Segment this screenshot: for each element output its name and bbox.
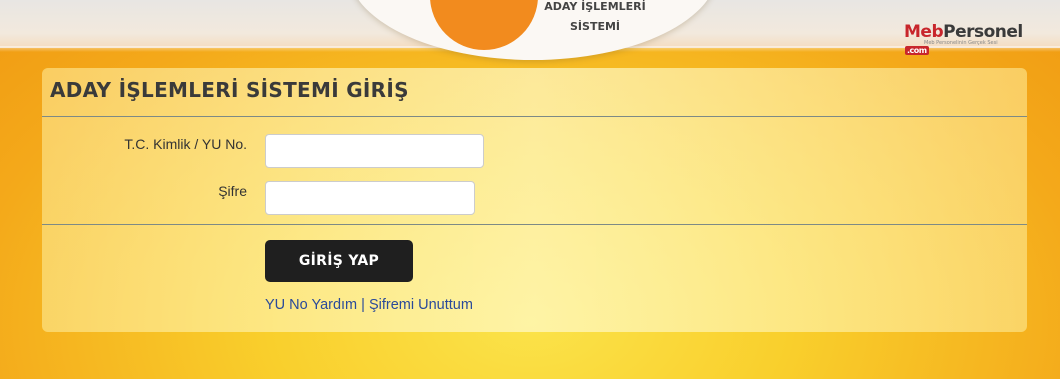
logo-text-line1: ADAY İŞLEMLERİ <box>544 0 646 13</box>
id-label: T.C. Kimlik / YU No. <box>124 136 247 152</box>
forgot-password-link[interactable]: Şifremi Unuttum <box>369 297 473 313</box>
login-title: ADAY İŞLEMLERİ SİSTEMİ GİRİŞ <box>50 78 409 102</box>
login-button[interactable]: GİRİŞ YAP <box>265 240 413 282</box>
brand-personel: Personel <box>943 22 1023 42</box>
logo-text-line2: SİSTEMİ <box>570 20 620 33</box>
password-label: Şifre <box>218 183 247 199</box>
form-divider <box>42 224 1027 225</box>
title-divider <box>42 116 1027 117</box>
logo-text: ADAY İŞLEMLERİ SİSTEMİ <box>520 0 670 37</box>
help-links: YU No Yardım | Şifremi Unuttum <box>265 297 473 313</box>
login-panel: ADAY İŞLEMLERİ SİSTEMİ GİRİŞ T.C. Kimlik… <box>42 68 1027 332</box>
password-input[interactable] <box>265 181 475 215</box>
yu-no-help-link[interactable]: YU No Yardım <box>265 297 357 313</box>
brand-com-badge: .com <box>905 46 929 55</box>
brand-tagline: Meb Personelinin Gerçek Sesi <box>924 40 998 46</box>
id-input[interactable] <box>265 134 484 168</box>
brand-meb: Meb <box>904 22 944 42</box>
link-separator: | <box>361 297 365 313</box>
